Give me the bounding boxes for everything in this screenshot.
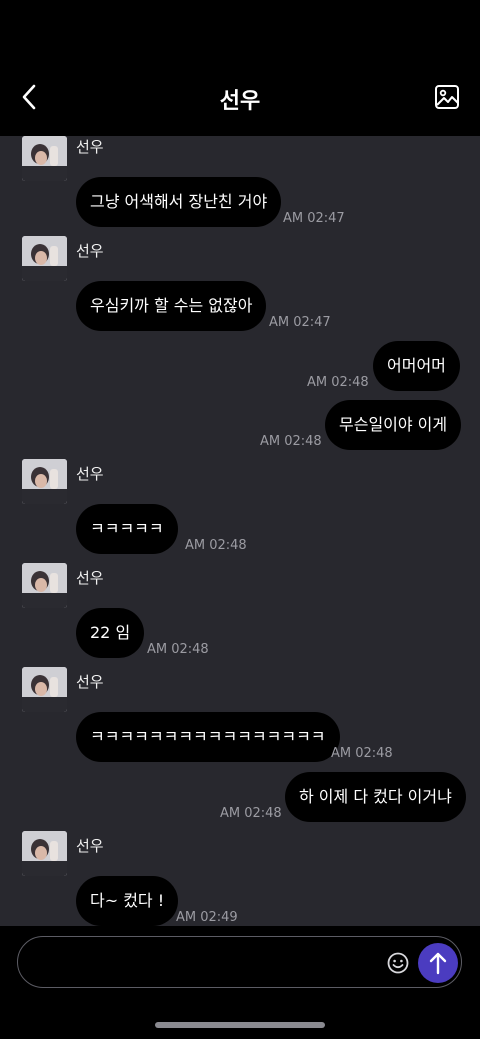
avatar[interactable]	[22, 136, 67, 181]
sender-name: 선우	[76, 569, 104, 587]
message-bubble[interactable]: 그냥 어색해서 장난친 거야	[76, 177, 282, 227]
sender-name: 선우	[76, 673, 104, 691]
avatar[interactable]	[22, 459, 67, 504]
message-list[interactable]: 선우 그냥 어색해서 장난친 거야 AM 02:47 선우 우심키까 할 수는 …	[0, 136, 480, 926]
home-indicator	[155, 1022, 325, 1028]
gallery-button[interactable]	[432, 82, 462, 112]
message-bubble[interactable]: 다~ 컸다 !	[76, 876, 179, 926]
sender-name: 선우	[76, 138, 104, 156]
image-icon	[435, 85, 459, 109]
message-time: AM 02:48	[185, 538, 247, 553]
send-button[interactable]	[418, 943, 458, 983]
message-time: AM 02:47	[269, 315, 331, 330]
message-bubble[interactable]: 우심키까 할 수는 없잖아	[76, 281, 267, 331]
sender-name: 선우	[76, 242, 104, 260]
message-bubble[interactable]: 무슨일이야 이게	[325, 400, 462, 450]
avatar[interactable]	[22, 667, 67, 712]
arrow-up-icon	[429, 952, 447, 975]
message-bubble[interactable]: 어머어머	[373, 341, 460, 391]
message-time: AM 02:48	[147, 642, 209, 657]
sender-name: 선우	[76, 465, 104, 483]
message-time: AM 02:48	[220, 806, 282, 821]
message-input-box[interactable]	[17, 936, 462, 988]
sender-name: 선우	[76, 837, 104, 855]
message-time: AM 02:48	[307, 375, 369, 390]
avatar[interactable]	[22, 563, 67, 608]
message-input[interactable]	[36, 945, 376, 979]
message-composer	[0, 926, 480, 1039]
chat-header: 선우	[0, 0, 480, 136]
smiley-icon	[387, 952, 409, 974]
page-title: 선우	[219, 89, 261, 114]
message-bubble[interactable]: 22 임	[76, 608, 145, 658]
message-bubble[interactable]: 하 이제 다 컸다 이거냐	[285, 772, 466, 822]
message-time: AM 02:49	[176, 910, 238, 925]
message-time: AM 02:48	[260, 434, 322, 449]
message-time: AM 02:48	[331, 746, 393, 761]
message-bubble[interactable]: ㅋㅋㅋㅋㅋㅋㅋㅋㅋㅋㅋㅋㅋㅋㅋㅋ	[76, 712, 340, 762]
message-bubble[interactable]: ㅋㅋㅋㅋㅋ	[76, 504, 178, 554]
message-time: AM 02:47	[283, 211, 345, 226]
avatar[interactable]	[22, 831, 67, 876]
emoji-button[interactable]	[386, 951, 410, 975]
avatar[interactable]	[22, 236, 67, 281]
